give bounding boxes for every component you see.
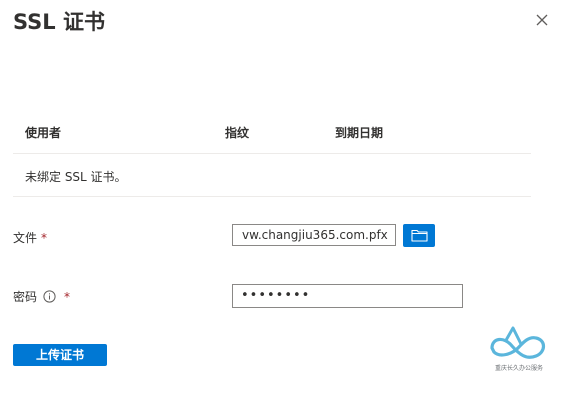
- infinity-logo-icon: [490, 326, 546, 359]
- password-label: 密码 *: [13, 288, 70, 305]
- file-label: 文件 *: [13, 229, 47, 246]
- watermark-logo: 重庆长久办公服务: [486, 322, 552, 376]
- file-label-text: 文件: [13, 231, 38, 245]
- column-header-thumbprint: 指纹: [225, 126, 250, 140]
- close-icon: [536, 14, 548, 26]
- browse-file-button[interactable]: [403, 224, 435, 247]
- close-button[interactable]: [532, 10, 552, 30]
- password-label-text: 密码: [13, 290, 38, 304]
- panel-title: SSL 证书: [13, 10, 105, 34]
- password-required-mark: *: [64, 290, 71, 304]
- watermark-text: 重庆长久办公服务: [494, 365, 543, 372]
- table-bottom-divider: [13, 196, 531, 197]
- file-path-field[interactable]: vw.changjiu365.com.pfx: [232, 224, 396, 246]
- column-header-subject: 使用者: [25, 126, 62, 140]
- column-header-expiry: 到期日期: [335, 126, 384, 140]
- password-field[interactable]: ••••••••: [232, 284, 463, 308]
- info-icon[interactable]: [43, 290, 56, 303]
- file-required-mark: *: [41, 231, 48, 245]
- table-header-divider: [13, 153, 531, 154]
- empty-table-message: 未绑定 SSL 证书。: [25, 170, 127, 184]
- folder-icon: [410, 229, 428, 242]
- upload-certificate-button[interactable]: 上传证书: [13, 344, 107, 366]
